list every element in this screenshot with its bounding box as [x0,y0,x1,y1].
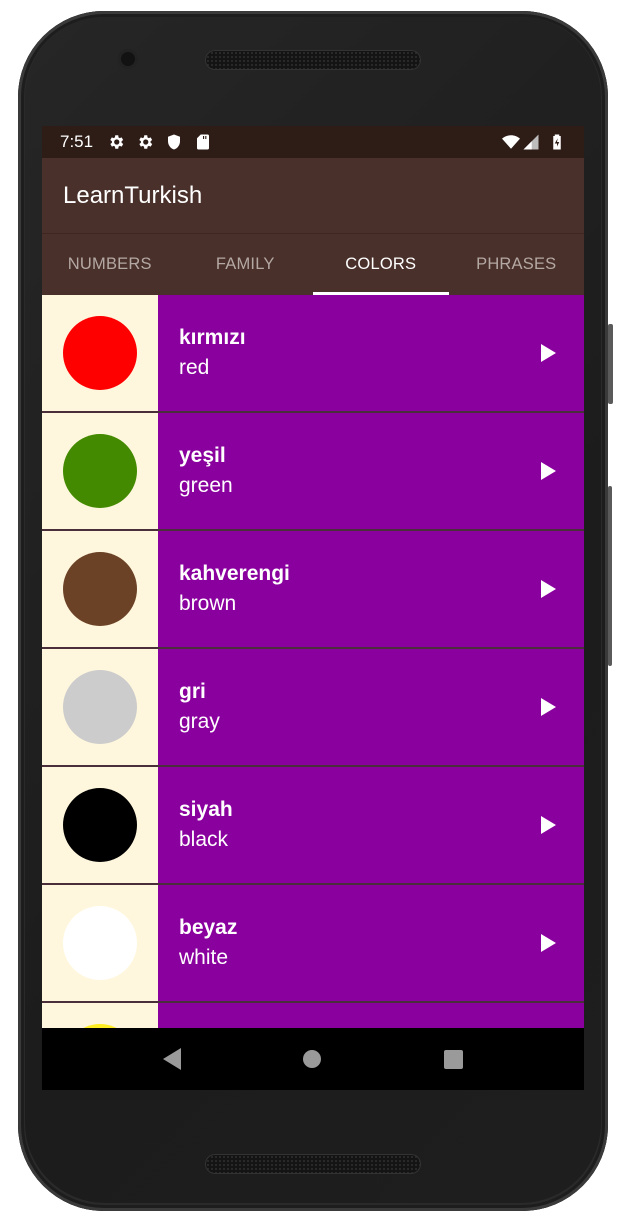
list-item[interactable] [42,1003,584,1028]
tab-family[interactable]: FAMILY [178,234,314,295]
english-word: green [179,474,233,497]
english-word: brown [179,592,237,615]
word-body[interactable]: beyaz white [158,885,584,1001]
word-body[interactable]: yeşil green [158,413,584,529]
shield-icon [168,134,181,150]
wifi-icon [502,135,520,149]
play-icon[interactable] [541,698,556,716]
home-icon[interactable] [303,1050,322,1068]
power-button [608,324,613,404]
app-title: LearnTurkish [63,181,203,209]
tab-numbers[interactable]: NUMBERS [42,234,178,295]
color-swatch-black [63,788,137,862]
english-word: gray [179,710,220,733]
turkish-word: yeşil [179,444,226,467]
bottom-speaker [206,1155,420,1173]
turkish-word: kırmızı [179,326,246,349]
status-bar: 7:51 [42,126,584,158]
color-swatch-white [63,906,137,980]
color-swatch-red [63,316,137,390]
play-icon[interactable] [541,344,556,362]
swatch-cell [42,531,158,647]
list-item[interactable]: kahverengi brown [42,531,584,649]
status-time: 7:51 [60,132,94,151]
tab-bar: NUMBERS FAMILY COLORS PHRASES [42,234,584,295]
color-swatch-green [63,434,137,508]
english-word: red [179,356,210,379]
navigation-bar [42,1028,584,1090]
word-body[interactable]: kahverengi brown [158,531,584,647]
recents-icon[interactable] [443,1049,463,1069]
word-body[interactable]: kırmızı red [158,295,584,411]
settings-icon [110,135,124,149]
list-item[interactable]: kırmızı red [42,295,584,413]
swatch-cell [42,413,158,529]
turkish-word: kahverengi [179,562,290,585]
swatch-cell [42,649,158,765]
swatch-cell [42,767,158,883]
list-item[interactable]: gri gray [42,649,584,767]
tab-phrases[interactable]: PHRASES [449,234,585,295]
sd-card-icon [197,134,210,150]
play-icon[interactable] [541,580,556,598]
app-bar: LearnTurkish [42,158,584,234]
turkish-word: siyah [179,798,233,821]
play-icon[interactable] [541,934,556,952]
turkish-word: gri [179,680,206,703]
play-icon[interactable] [541,462,556,480]
list-item[interactable]: beyaz white [42,885,584,1003]
front-camera [121,52,135,66]
color-swatch-brown [63,552,137,626]
swatch-cell [42,885,158,1001]
screen: 7:51 LearnTurkish NUMBERS FAMILY COLORS … [42,126,584,1090]
back-icon[interactable] [163,1048,182,1070]
english-word: black [179,828,229,851]
turkish-word: beyaz [179,916,238,939]
cell-signal-icon [523,134,539,150]
word-body[interactable] [158,1003,584,1028]
word-body[interactable]: siyah black [158,767,584,883]
tab-colors[interactable]: COLORS [313,234,449,295]
swatch-cell [42,295,158,411]
list-item[interactable]: siyah black [42,767,584,885]
battery-charging-icon [553,134,561,150]
volume-button [608,486,612,666]
swatch-cell [42,1003,158,1028]
top-speaker [206,51,420,69]
list-item[interactable]: yeşil green [42,413,584,531]
play-icon[interactable] [541,816,556,834]
word-list[interactable]: kırmızı red yeşil green kahverengi brown gr… [42,295,584,1028]
color-swatch-gray [63,670,137,744]
english-word: white [179,946,229,969]
word-body[interactable]: gri gray [158,649,584,765]
settings-icon [139,135,153,149]
